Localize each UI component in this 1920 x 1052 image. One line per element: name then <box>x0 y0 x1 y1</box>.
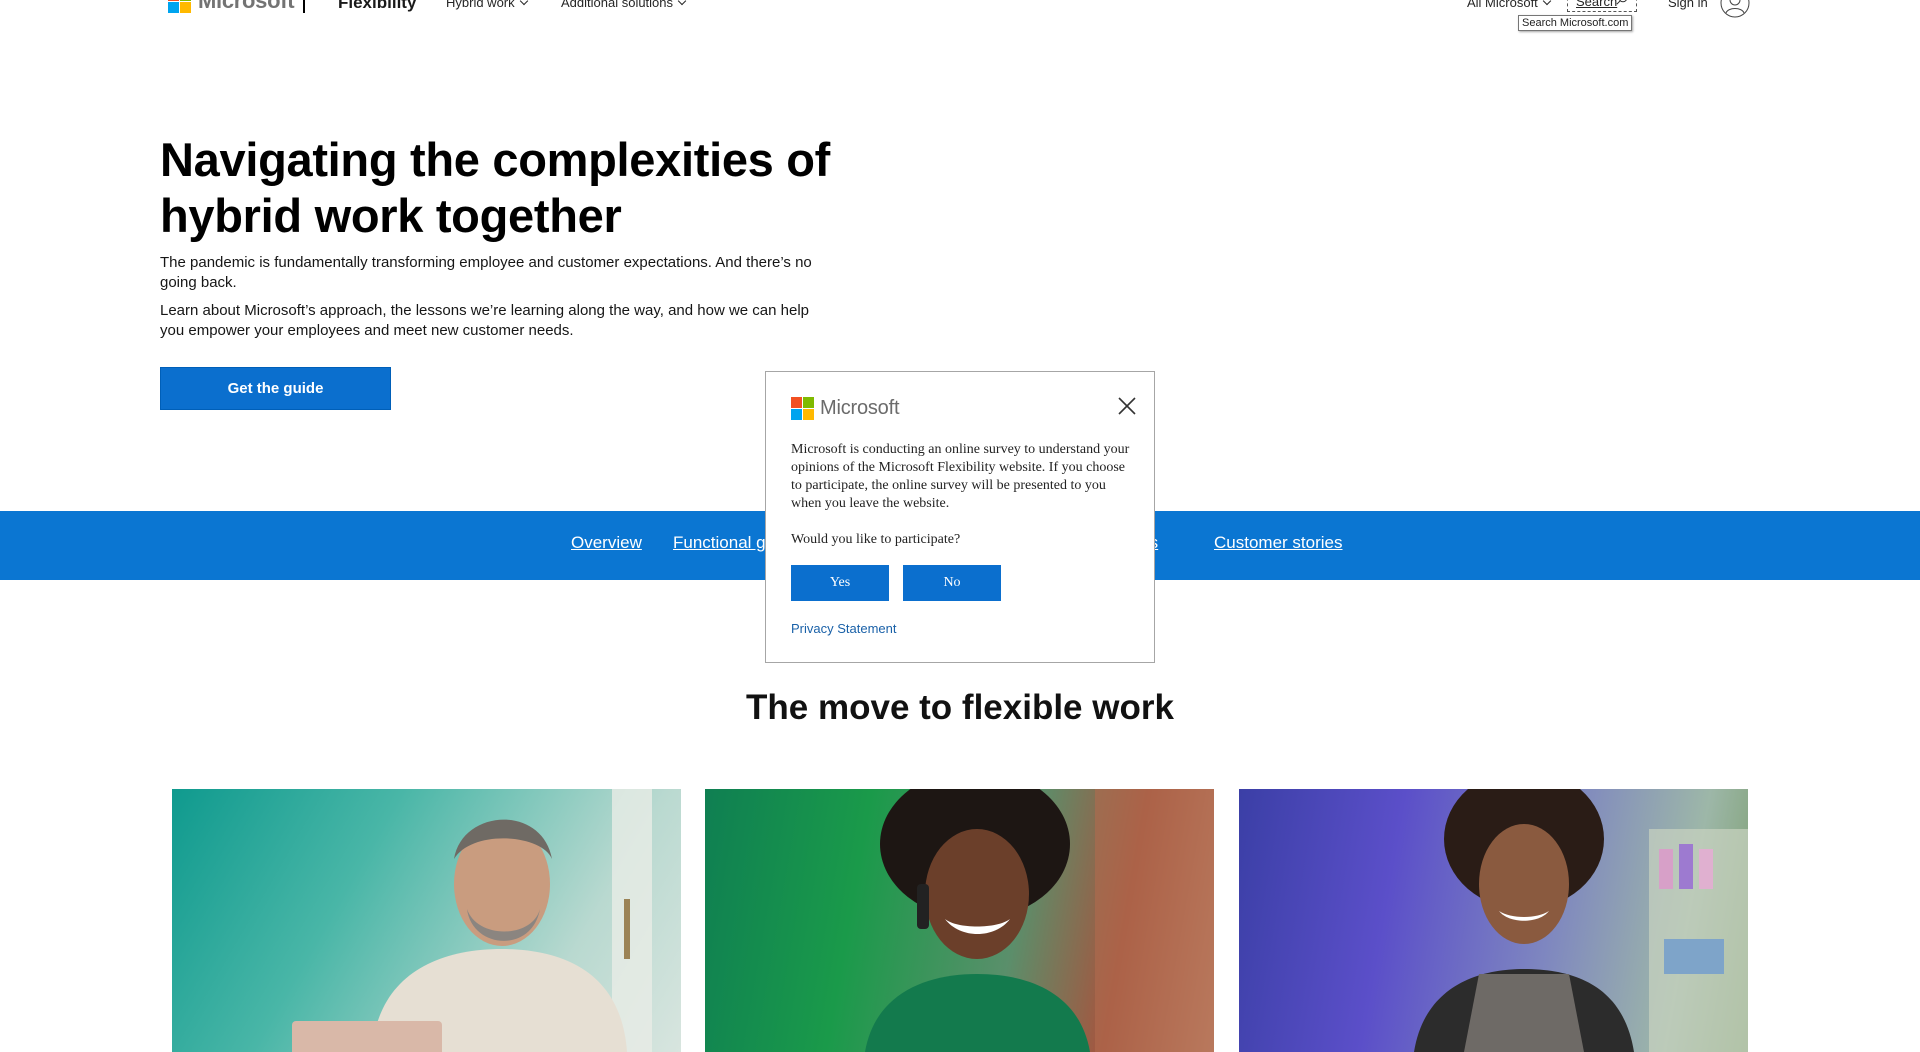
chevron-down-icon <box>1542 0 1552 6</box>
subnav-functional-guides[interactable]: Functional g <box>673 533 766 553</box>
header-divider <box>303 0 305 13</box>
microsoft-logo-icon <box>168 0 191 13</box>
account-avatar-icon[interactable] <box>1720 0 1750 18</box>
hero-paragraph-2: Learn about Microsoft’s approach, the le… <box>160 302 810 339</box>
microsoft-logo[interactable]: Microsoft <box>168 0 295 14</box>
card-image-woman-store[interactable] <box>1239 789 1748 1052</box>
get-the-guide-button[interactable]: Get the guide <box>160 367 391 410</box>
nav-hybrid-work-label: Hybrid work <box>446 0 515 10</box>
section-title: The move to flexible work <box>746 688 1174 727</box>
close-icon[interactable] <box>1116 395 1138 417</box>
chevron-down-icon <box>677 0 687 6</box>
search-tooltip: Search Microsoft.com <box>1518 15 1633 31</box>
privacy-statement-link[interactable]: Privacy Statement <box>791 621 897 636</box>
woman-on-phone-illustration <box>865 789 1214 1052</box>
card-image-man-laptop[interactable] <box>172 789 681 1052</box>
all-microsoft-label: All Microsoft <box>1467 0 1538 10</box>
survey-yes-button[interactable]: Yes <box>791 565 889 601</box>
subnav-overview[interactable]: Overview <box>571 533 642 553</box>
site-header: Microsoft Flexibility Hybrid work Additi… <box>0 0 1920 31</box>
microsoft-wordmark: Microsoft <box>198 0 295 13</box>
all-microsoft-menu[interactable]: All Microsoft <box>1467 0 1552 10</box>
nav-additional-solutions[interactable]: Additional solutions <box>561 0 687 10</box>
survey-microsoft-logo: Microsoft <box>791 397 900 420</box>
chevron-down-icon <box>519 0 528 6</box>
survey-message: Microsoft is conducting an online survey… <box>791 442 1130 511</box>
nav-additional-solutions-label: Additional solutions <box>561 0 674 10</box>
man-with-laptop-illustration <box>292 789 652 1052</box>
survey-dialog: Microsoft Microsoft is conducting an onl… <box>765 371 1155 663</box>
search-label: Search <box>1576 0 1618 9</box>
brand-link[interactable]: Flexibility <box>338 0 416 13</box>
woman-in-store-illustration <box>1414 789 1748 1052</box>
search-icon <box>1616 0 1627 5</box>
microsoft-logo-icon <box>791 397 814 420</box>
survey-wordmark: Microsoft <box>820 397 900 419</box>
survey-question: Would you like to participate? <box>791 532 961 547</box>
subnav-customer-stories[interactable]: Customer stories <box>1214 533 1342 553</box>
hero-title: Navigating the complexities of hybrid wo… <box>160 133 831 242</box>
search-button[interactable]: Search <box>1567 0 1637 12</box>
hero-paragraph-1: The pandemic is fundamentally transformi… <box>160 254 812 291</box>
nav-hybrid-work[interactable]: Hybrid work <box>446 0 528 10</box>
card-image-woman-phone[interactable] <box>705 789 1214 1052</box>
sign-in-link[interactable]: Sign in <box>1668 0 1708 10</box>
survey-no-button[interactable]: No <box>903 565 1001 601</box>
